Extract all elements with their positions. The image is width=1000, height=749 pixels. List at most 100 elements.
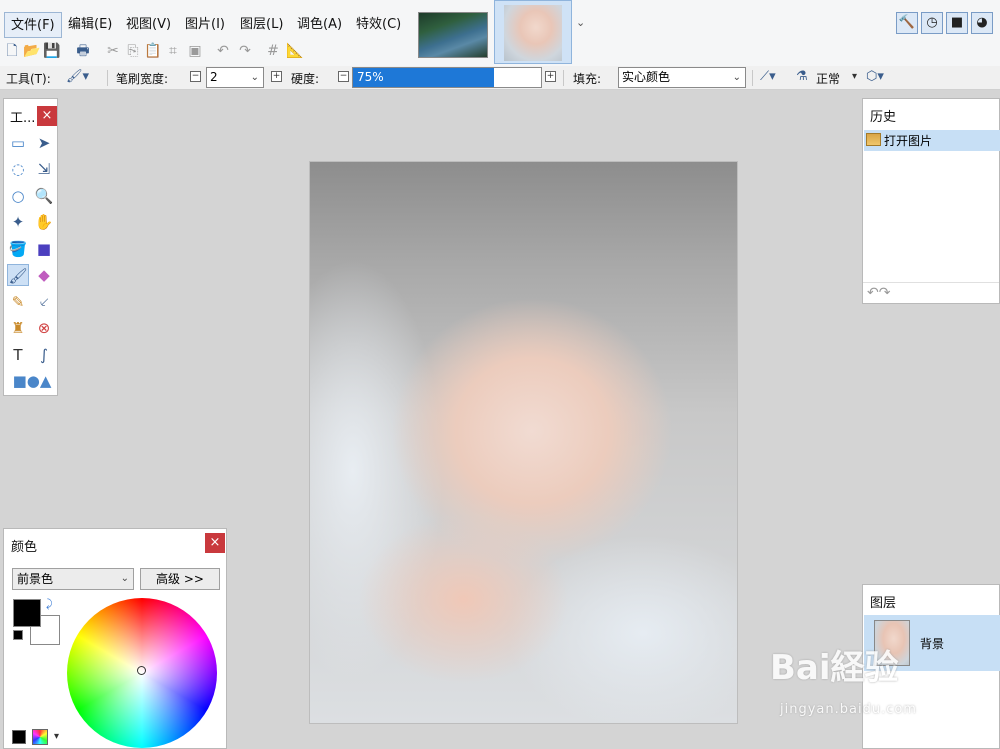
- color-picker-icon[interactable]: ⸔: [33, 291, 55, 313]
- menu-adjustments[interactable]: 调色(A): [291, 12, 348, 38]
- palette-icon[interactable]: [32, 729, 48, 745]
- pencil-icon[interactable]: ✎: [7, 291, 29, 313]
- baidu-jingyan-watermark: Bai経验 jingyan.baidu.com: [770, 640, 970, 730]
- image-tab-baby-thumbnail: [504, 5, 562, 61]
- window-title-strip: ─ ─ ─ ─ ─ ─ ─ ─ ─ ─ ─ ─ ─ ─: [0, 0, 126, 6]
- cut-icon[interactable]: ✂: [104, 42, 122, 60]
- move-selected-icon[interactable]: ➤: [33, 132, 55, 154]
- tools-panel-title: 工...: [10, 111, 36, 126]
- image-tab-baby[interactable]: [494, 0, 572, 64]
- blend-mode-label[interactable]: 正常: [816, 70, 840, 87]
- deselect-icon[interactable]: ▣: [186, 42, 204, 60]
- paintbrush-icon[interactable]: 🖌: [7, 264, 29, 286]
- colors-panel: 颜色 × 前景色 ⌄ 高级 >> ⤸ ▾: [3, 528, 227, 749]
- lasso-select-icon[interactable]: ◌: [7, 158, 29, 180]
- text-icon[interactable]: T: [7, 344, 29, 366]
- blend-mode-dropdown-icon[interactable]: ▾: [852, 71, 857, 82]
- menu-layers[interactable]: 图层(L): [234, 12, 289, 38]
- brush-width-label: 笔刷宽度:: [116, 72, 169, 86]
- tools-window-toggle-icon[interactable]: 🔨: [896, 12, 918, 34]
- move-selection-icon[interactable]: ⇲: [33, 158, 55, 180]
- close-icon[interactable]: ×: [37, 106, 57, 126]
- ellipse-select-icon[interactable]: ○: [7, 185, 29, 207]
- open-file-icon[interactable]: 📂: [23, 42, 41, 60]
- menu-view[interactable]: 视图(V): [120, 12, 177, 38]
- crop-icon[interactable]: ⌗: [164, 42, 182, 60]
- menu-file[interactable]: 文件(F): [4, 12, 62, 38]
- pan-icon[interactable]: ✋: [33, 211, 55, 233]
- hardness-label: 硬度:: [291, 72, 320, 86]
- image-tab-landscape[interactable]: [418, 12, 488, 58]
- paintbrush-tool-icon[interactable]: 🖌▾: [66, 69, 89, 84]
- chevron-down-icon: ⌄: [120, 573, 129, 584]
- tab-list-dropdown-icon[interactable]: ⌄: [576, 16, 585, 29]
- menu-image[interactable]: 图片(I): [179, 12, 231, 38]
- watermark-url: jingyan.baidu.com: [780, 702, 917, 717]
- new-file-icon[interactable]: 🗋: [3, 42, 21, 60]
- hardness-value: 75%: [357, 70, 384, 84]
- primary-color-swatch[interactable]: [13, 599, 41, 627]
- recolor-icon[interactable]: ⊗: [33, 317, 55, 339]
- magic-wand-icon[interactable]: ✦: [7, 211, 29, 233]
- brush-width-decrease-icon[interactable]: −: [190, 71, 201, 82]
- menu-effects[interactable]: 特效(C): [350, 12, 407, 38]
- tool-label: 工具(T):: [6, 72, 51, 86]
- print-icon[interactable]: 🖶: [74, 42, 92, 60]
- close-icon[interactable]: ×: [205, 533, 225, 553]
- layers-window-toggle-icon[interactable]: ■: [946, 12, 968, 34]
- history-panel-title: 历史: [870, 110, 897, 125]
- history-panel: 历史 打开图片 ↶↷: [862, 98, 1000, 304]
- brush-width-increase-icon[interactable]: +: [271, 71, 282, 82]
- colors-panel-title: 颜色: [11, 540, 38, 555]
- rectangle-select-icon[interactable]: ▭: [7, 132, 29, 154]
- hardness-decrease-icon[interactable]: −: [338, 71, 349, 82]
- hardness-slider[interactable]: 75%: [352, 67, 542, 88]
- reset-colors-icon[interactable]: [13, 630, 23, 640]
- undo-redo-icons[interactable]: ↶↷: [867, 285, 890, 301]
- shapes-icon[interactable]: ■●▲: [12, 370, 52, 392]
- quick-toolbar: 🗋 📂 💾 🖶 ✂ ⎘ 📋 ⌗ ▣ ↶ ↷ # 📐: [0, 40, 330, 64]
- divider: [752, 70, 753, 86]
- chevron-down-icon: ⌄: [250, 72, 259, 83]
- color-wheel-marker[interactable]: [137, 666, 146, 675]
- gradient-icon[interactable]: ■: [33, 238, 55, 260]
- colors-window-toggle-icon[interactable]: ◕: [971, 12, 993, 34]
- history-window-toggle-icon[interactable]: ◷: [921, 12, 943, 34]
- redo-icon[interactable]: ↷: [236, 42, 254, 60]
- line-curve-icon[interactable]: ∫: [33, 344, 55, 366]
- paint-bucket-icon[interactable]: 🪣: [7, 238, 29, 260]
- palette-primary-icon[interactable]: [12, 730, 26, 744]
- brush-width-input[interactable]: 2 ⌄: [206, 67, 264, 88]
- chevron-down-icon: ⌄: [732, 72, 741, 83]
- ruler-icon[interactable]: 📐: [286, 42, 304, 60]
- swap-colors-icon[interactable]: ⤸: [46, 597, 53, 611]
- antialiasing-icon[interactable]: ⟋▾: [760, 69, 776, 84]
- layers-panel-title: 图层: [870, 596, 897, 611]
- history-item[interactable]: 打开图片: [864, 130, 1000, 151]
- color-mode-select[interactable]: 前景色 ⌄: [12, 568, 134, 590]
- top-menubar: ─ ─ ─ ─ ─ ─ ─ ─ ─ ─ ─ ─ ─ ─ 文件(F) 编辑(E) …: [0, 0, 1000, 66]
- divider: [107, 70, 108, 86]
- fill-mode-value: 实心颜色: [622, 70, 671, 84]
- menu-edit[interactable]: 编辑(E): [62, 12, 118, 38]
- tool-options-bar: 工具(T): 🖌▾ 笔刷宽度: − 2 ⌄ + 硬度: − 75% + 填充: …: [0, 66, 1000, 90]
- hardness-increase-icon[interactable]: +: [545, 71, 556, 82]
- save-icon[interactable]: 💾: [43, 42, 61, 60]
- clone-stamp-icon[interactable]: ♜: [7, 317, 29, 339]
- grid-icon[interactable]: #: [264, 42, 282, 60]
- palette-dropdown-icon[interactable]: ▾: [54, 731, 59, 742]
- selection-clipping-icon[interactable]: ⬡▾: [866, 69, 884, 84]
- color-mode-value: 前景色: [17, 572, 54, 586]
- brush-width-value: 2: [210, 70, 218, 84]
- zoom-icon[interactable]: 🔍: [33, 185, 55, 207]
- eraser-icon[interactable]: ◆: [33, 264, 55, 286]
- image-canvas[interactable]: [309, 161, 738, 724]
- undo-icon[interactable]: ↶: [214, 42, 232, 60]
- color-wheel[interactable]: [67, 598, 217, 748]
- advanced-button[interactable]: 高级 >>: [140, 568, 220, 590]
- copy-icon[interactable]: ⎘: [124, 42, 142, 60]
- fill-mode-select[interactable]: 实心颜色 ⌄: [618, 67, 746, 88]
- paste-icon[interactable]: 📋: [144, 42, 162, 60]
- watermark-logo: Bai経验: [770, 648, 899, 688]
- blend-mode-icon[interactable]: ⚗: [796, 69, 808, 84]
